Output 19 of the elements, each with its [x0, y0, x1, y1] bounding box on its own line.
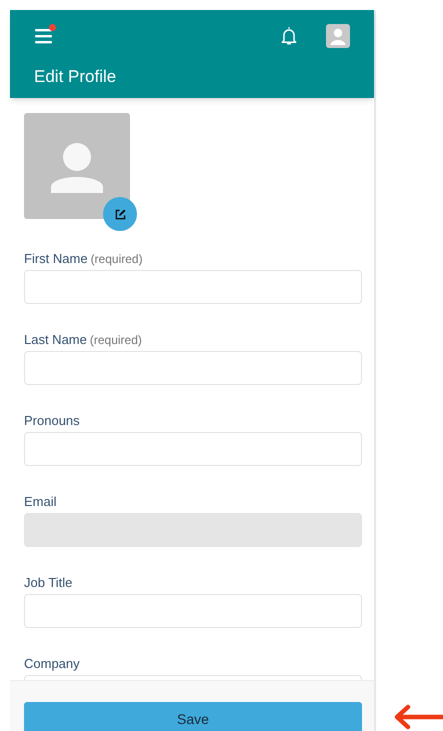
arrow-icon	[393, 704, 443, 730]
menu-icon[interactable]	[34, 26, 54, 46]
field-label: Job Title	[24, 574, 72, 592]
field-label: First Name	[24, 250, 88, 268]
required-hint: (required)	[90, 332, 142, 349]
required-hint: (required)	[90, 251, 143, 268]
avatar-icon[interactable]	[326, 24, 350, 48]
text-field[interactable]	[24, 594, 362, 628]
field-label: Company	[24, 655, 80, 673]
field-label: Pronouns	[24, 412, 80, 430]
field-label: Last Name	[24, 331, 87, 349]
text-field[interactable]	[24, 432, 362, 466]
save-button[interactable]: Save	[24, 702, 362, 731]
edit-icon	[114, 208, 126, 220]
text-field[interactable]	[24, 351, 362, 385]
page-title: Edit Profile	[34, 66, 118, 88]
field-label: Email	[24, 493, 57, 511]
edit-photo-button[interactable]	[103, 197, 137, 231]
text-field[interactable]	[24, 270, 362, 304]
